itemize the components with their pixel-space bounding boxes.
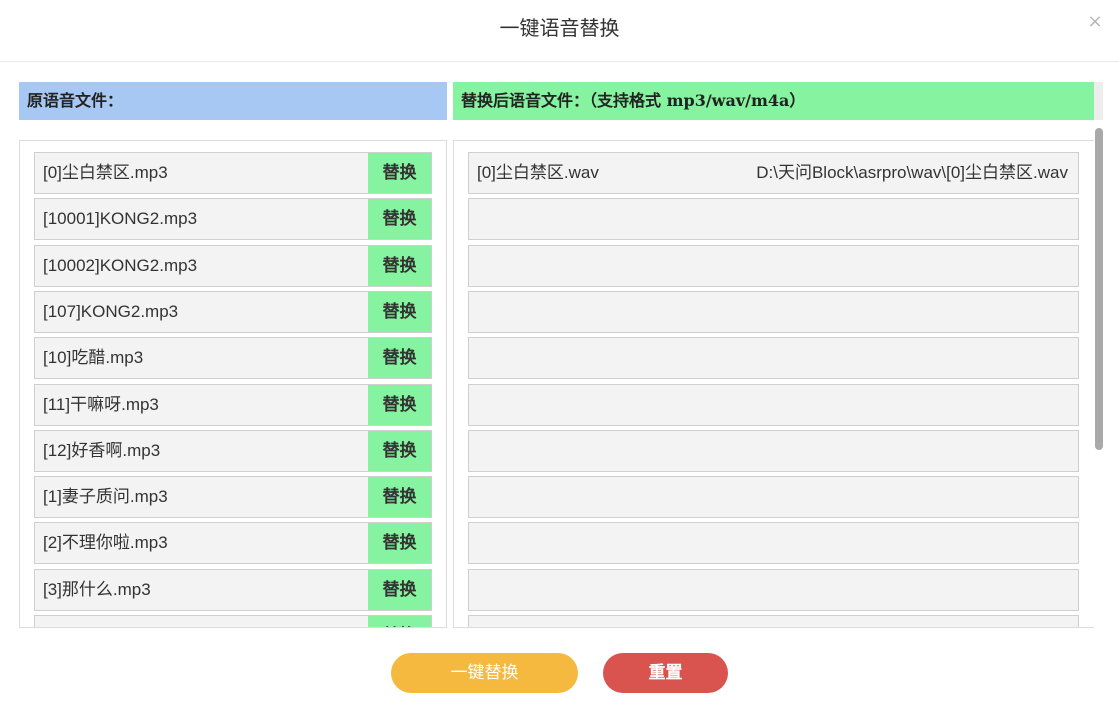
original-file-row: [2]不理你啦.mp3 替换 (34, 522, 432, 565)
replace-button[interactable]: 替换 (368, 569, 431, 610)
replaced-file-path: D:\天问Block\asrpro\wav\[0]尘白禁区.wav (756, 163, 1068, 182)
replace-button[interactable]: 替换 (368, 430, 431, 471)
replaced-file-name: [0]尘白禁区.wav (477, 163, 599, 182)
original-file-row: [107]KONG2.mp3 替换 (34, 290, 432, 333)
original-file-name: [3]那什么.mp3 (43, 579, 151, 599)
scrollbar-thumb[interactable] (1095, 128, 1103, 450)
replaced-files-header: 替换后语音文件：（支持格式 mp3/wav/m4a） (453, 82, 1094, 120)
replace-all-button[interactable]: 一键替换 (391, 653, 578, 693)
original-file-row: 替换 (34, 615, 432, 627)
replaced-file-row[interactable] (468, 383, 1079, 426)
replaced-file-row[interactable] (468, 290, 1079, 333)
replaced-file-row[interactable] (468, 568, 1079, 611)
original-file-row: [0]尘白禁区.mp3 替换 (34, 152, 432, 194)
original-file-row: [11]干嘛呀.mp3 替换 (34, 383, 432, 426)
replace-button[interactable]: 替换 (368, 291, 431, 332)
original-file-row: [12]好香啊.mp3 替换 (34, 429, 432, 472)
original-file-row: [10]吃醋.mp3 替换 (34, 337, 432, 380)
reset-button[interactable]: 重置 (603, 653, 728, 693)
original-file-row: [1]妻子质问.mp3 替换 (34, 476, 432, 519)
original-file-name: [10]吃醋.mp3 (43, 348, 144, 368)
original-file-name: [1]妻子质问.mp3 (43, 487, 168, 507)
original-file-name: [12]好香啊.mp3 (43, 440, 161, 460)
replaced-file-row[interactable] (468, 429, 1079, 472)
original-file-row: [10001]KONG2.mp3 替换 (34, 198, 432, 241)
replace-button[interactable]: 替换 (368, 338, 431, 379)
original-file-name: [10002]KONG2.mp3 (43, 255, 198, 275)
replaced-file-row[interactable] (468, 522, 1079, 565)
original-file-row: [10002]KONG2.mp3 替换 (34, 244, 432, 287)
replace-button[interactable]: 替换 (368, 384, 431, 425)
original-file-name: [11]干嘛呀.mp3 (43, 394, 159, 414)
replaced-file-row[interactable] (468, 615, 1079, 627)
replace-button[interactable]: 替换 (368, 153, 431, 193)
replaced-file-row[interactable] (468, 337, 1079, 380)
replace-button[interactable]: 替换 (368, 245, 431, 286)
replace-button[interactable]: 替换 (368, 477, 431, 518)
dialog-title: 一键语音替换 (0, 0, 1119, 62)
original-file-name: [10001]KONG2.mp3 (43, 209, 198, 229)
original-file-name: [2]不理你啦.mp3 (43, 533, 168, 553)
original-file-name: [107]KONG2.mp3 (43, 301, 179, 321)
replaced-file-row[interactable] (468, 476, 1079, 519)
replaced-file-row[interactable]: [0]尘白禁区.wav D:\天问Block\asrpro\wav\[0]尘白禁区… (468, 152, 1079, 194)
original-files-list[interactable]: [0]尘白禁区.mp3 替换 [10001]KONG2.mp3 替换 [10002]KO… (19, 140, 447, 628)
replace-button[interactable]: 替换 (368, 523, 431, 564)
original-file-row: [3]那什么.mp3 替换 (34, 568, 432, 611)
close-icon[interactable]: × (1085, 12, 1105, 32)
replaced-file-row[interactable] (468, 244, 1079, 287)
header-scroll-gutter (1094, 82, 1103, 120)
replaced-file-row[interactable] (468, 198, 1079, 241)
replace-button[interactable]: 替换 (368, 616, 431, 627)
original-files-header: 原语音文件： (19, 82, 447, 120)
replaced-files-list[interactable]: [0]尘白禁区.wav D:\天问Block\asrpro\wav\[0]尘白禁区… (453, 140, 1094, 628)
replace-button[interactable]: 替换 (368, 199, 431, 240)
original-file-name: [0]尘白禁区.mp3 (43, 163, 168, 182)
